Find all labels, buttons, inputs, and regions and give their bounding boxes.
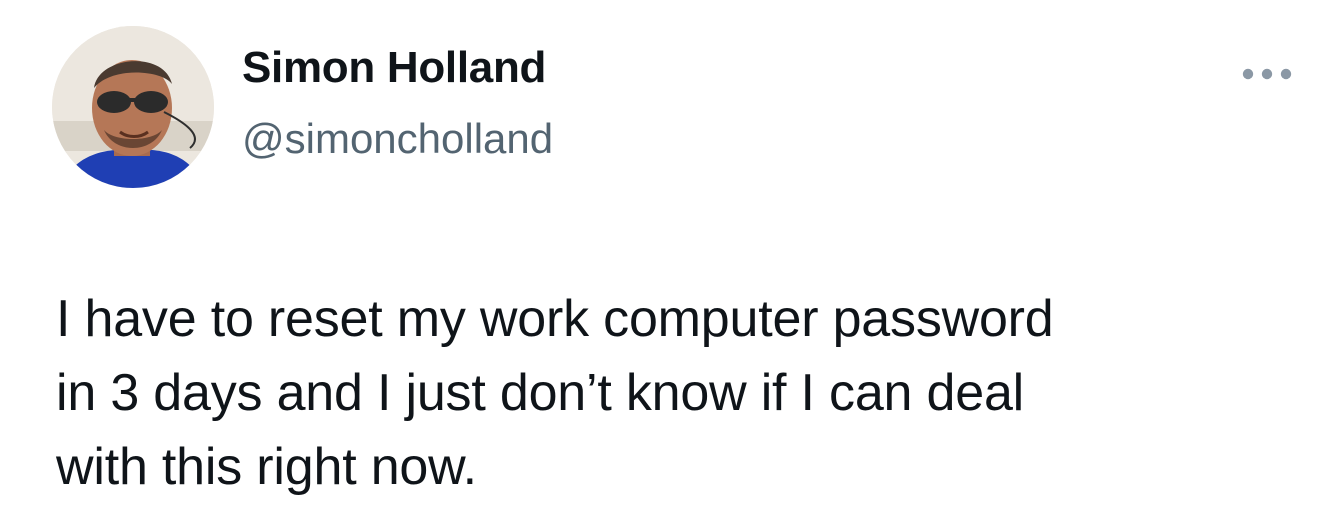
author-handle[interactable]: @simoncholland [242,118,553,160]
more-options-button[interactable] [1232,56,1302,92]
author-avatar[interactable] [52,26,214,188]
tweet-text: I have to reset my work computer passwor… [56,290,1054,496]
tweet-card: Simon Holland @simoncholland I have to r… [0,0,1324,520]
avatar-photo-icon [52,26,214,188]
author-name[interactable]: Simon Holland [242,46,546,90]
more-horizontal-icon [1242,68,1292,80]
